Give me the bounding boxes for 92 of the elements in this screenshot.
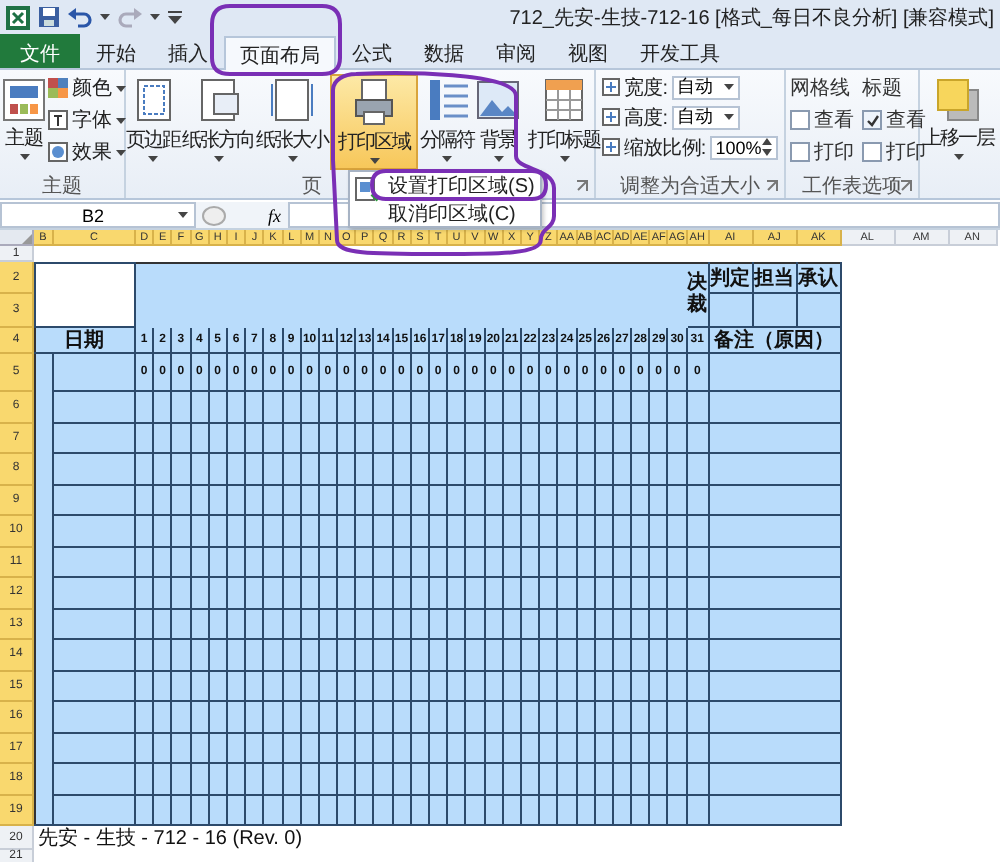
option-heading: 网格线 (790, 75, 852, 102)
page-break-icon (425, 76, 469, 124)
caret-icon (442, 156, 452, 162)
scale-icon (602, 108, 620, 126)
page-setup-button[interactable]: 打印标题 (528, 74, 600, 170)
caret-icon (150, 14, 160, 20)
table-cell: 判定 (709, 262, 754, 294)
spreadsheet-app-icon[interactable] (6, 5, 30, 29)
page-setup-button[interactable]: 页边距 (126, 74, 180, 170)
ribbon-tab[interactable]: 数据 (408, 34, 480, 68)
spinner-arrows-icon[interactable] (761, 138, 772, 156)
page-size-icon (270, 76, 314, 124)
table-cell: 担当 (753, 262, 798, 294)
checkbox-option[interactable]: 查看 (862, 106, 926, 134)
theme-option-button[interactable]: 颜色 (48, 74, 126, 102)
caret-icon (148, 156, 158, 162)
checkbox-option[interactable]: 打印 (790, 138, 854, 166)
field-label: 宽度: (624, 75, 668, 101)
dialog-launcher-icon[interactable] (766, 180, 778, 192)
caret-icon (559, 156, 569, 162)
caret-icon (116, 85, 126, 91)
caret-icon (100, 14, 110, 20)
dialog-launcher-icon[interactable] (900, 180, 912, 192)
ribbon-tab[interactable]: 审阅 (480, 34, 552, 68)
orientation-icon (196, 76, 240, 124)
table-cell: 承认 (797, 262, 842, 294)
page-setup-button[interactable]: 分隔符 (420, 74, 474, 170)
caret-icon (116, 149, 126, 155)
ribbon-tab[interactable]: 开发工具 (624, 34, 736, 68)
caret-icon (287, 156, 297, 162)
caret-icon (116, 117, 126, 123)
group-title: 工作表选项 (802, 173, 902, 200)
undo-icon[interactable] (68, 6, 92, 28)
caret-icon (493, 156, 503, 162)
menu-item[interactable]: 取消印区域(C) (384, 200, 539, 228)
caret-icon (723, 114, 734, 120)
palette-icon (48, 78, 68, 98)
ribbon-tab[interactable]: 视图 (552, 34, 624, 68)
ribbon-tab[interactable]: 插入 (152, 34, 224, 68)
themes-icon (2, 78, 46, 122)
caret-icon (723, 84, 734, 90)
table-cell: 决裁 (687, 262, 710, 328)
menu-item[interactable]: 设置打印区域(S) (384, 172, 539, 200)
effects-icon (48, 142, 68, 162)
caret-icon (369, 158, 379, 164)
caret-icon (178, 212, 188, 218)
page-setup-button[interactable]: 纸张大小 (256, 74, 328, 170)
group-title: 调整为合适大小 (620, 173, 760, 200)
page-setup-button[interactable]: 纸张方向 (182, 74, 254, 170)
theme-option-button[interactable]: 效果 (48, 138, 126, 166)
dialog-launcher-icon[interactable] (576, 180, 588, 192)
table-icon (542, 76, 586, 124)
field-label: 高度: (624, 105, 668, 131)
checkbox[interactable] (862, 110, 882, 130)
field-label: 缩放比例: (624, 135, 706, 161)
ribbon-tab[interactable]: 公式 (336, 34, 408, 68)
checkbox[interactable] (790, 142, 810, 162)
resize-handle-icon[interactable] (202, 205, 226, 225)
checkbox[interactable] (790, 110, 810, 130)
select-field[interactable]: 自动 (671, 105, 740, 129)
scale-icon (602, 138, 620, 156)
option-heading: 标题 (862, 75, 904, 102)
table-cell: 备注（原因） (709, 328, 842, 354)
name-box[interactable]: B2 (0, 202, 196, 228)
font-icon (48, 110, 68, 130)
theme-option-button[interactable]: 字体 (48, 106, 126, 134)
scale-icon (602, 78, 620, 96)
group-title: 页 (302, 174, 322, 200)
caret-icon (19, 154, 29, 160)
checkbox[interactable] (862, 142, 882, 162)
spinner-field[interactable]: 100% (709, 135, 778, 159)
save-icon[interactable] (38, 6, 60, 28)
group-title: 主题 (42, 173, 82, 200)
themes-button[interactable]: 主题 (0, 74, 48, 170)
footer-text: 先安 - 生技 - 712 - 16 (Rev. 0) (36, 826, 305, 850)
customize-menu-icon[interactable] (168, 10, 182, 24)
page-setup-button[interactable]: 打印区域 (330, 74, 418, 170)
checkbox-option[interactable]: 打印 (862, 138, 926, 166)
ribbon-tab[interactable]: 文件 (0, 34, 80, 68)
stacked-squares-icon (936, 78, 980, 122)
checkbox-option[interactable]: 查看 (790, 106, 854, 134)
ribbon-tab[interactable]: 页面布局 (224, 36, 336, 70)
margins-icon (131, 76, 175, 124)
title-cell (34, 262, 136, 328)
caret-icon (213, 156, 223, 162)
caret-icon (953, 154, 963, 160)
ribbon-tab[interactable]: 开始 (80, 34, 152, 68)
select-field[interactable]: 自动 (671, 75, 740, 99)
printer-icon (352, 78, 396, 126)
table-cell: 日期 (34, 328, 136, 354)
insert-function-button[interactable]: fx (268, 205, 281, 225)
window-title: 712_先安-生技-712-16 [格式_每日不良分析] [兼容模式] (509, 5, 994, 31)
